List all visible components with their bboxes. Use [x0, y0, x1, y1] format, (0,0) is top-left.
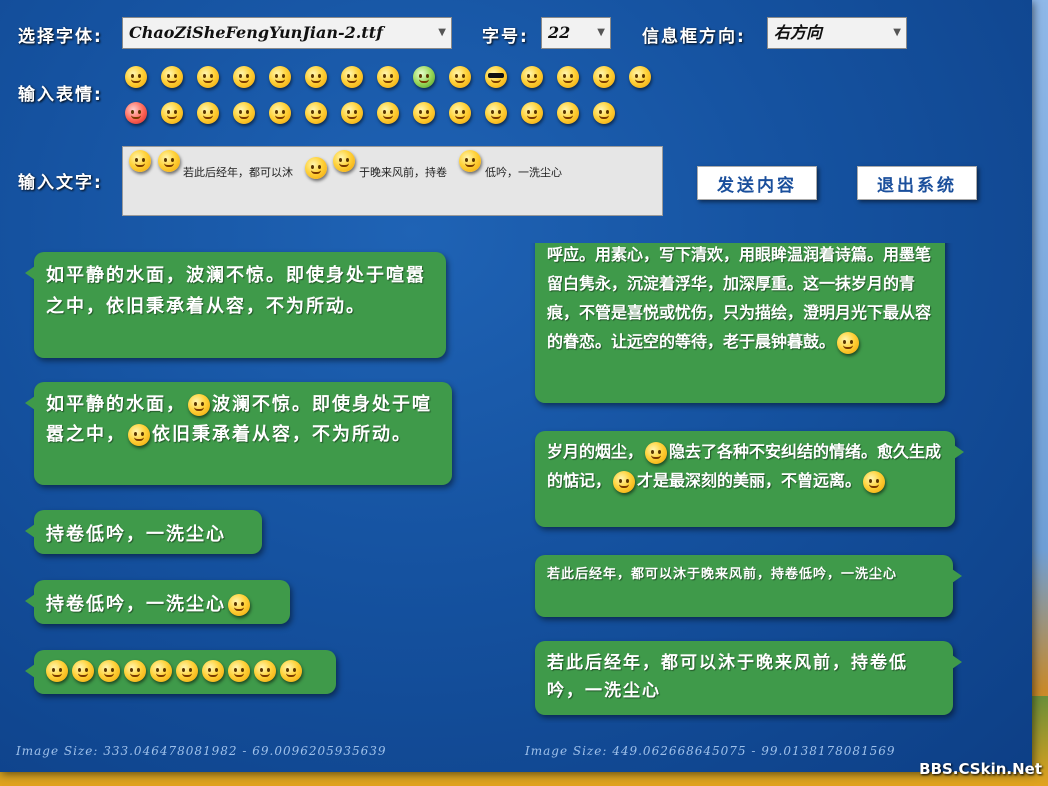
- emoji-grin-icon: [305, 157, 327, 179]
- emoji-laugh-icon: [333, 150, 355, 172]
- emoji-laugh-icon[interactable]: [593, 102, 615, 124]
- font-size-value: 22: [548, 23, 571, 42]
- bubble-text: 才是最深刻的美丽，不曾远离。: [637, 471, 862, 490]
- chat-bubble-left-emoji-row: [25, 650, 336, 694]
- emoji-dizzy-icon[interactable]: [269, 102, 291, 124]
- emoji-smile-icon: [128, 424, 150, 446]
- emoji-sick-green-icon[interactable]: [413, 66, 435, 88]
- chat-bubble-left: 如平静的水面，波澜不惊。即使身处于喧嚣之中，依旧秉承着从容，不为所动。: [25, 252, 446, 358]
- bubble-text: 岁月的烟尘，: [547, 442, 644, 461]
- chat-bubble-right: 岁月的烟尘， 隐去了各种不安纠结的情绪。愈久生成的惦记， 才是最深刻的美丽，不曾远离…: [535, 431, 964, 527]
- message-input[interactable]: 若此后经年，都可以沐 于晚来风前，持卷 低吟，一洗尘心: [122, 146, 663, 216]
- emoji-happy-tongue-icon: [46, 660, 68, 682]
- chat-bubble-right: 涟漪。听凭岁月缓步而来，在流年的风韵里，和风遥相呼应。用素心，写下清欢，用眼眸温…: [535, 243, 945, 403]
- bubble-text: 涟漪。听凭岁月缓步而来，在流年的风韵里，和风遥相呼应。用素心，写下清欢，用眼眸温…: [547, 245, 932, 351]
- emotion-label: 输入表情:: [18, 85, 103, 105]
- chevron-down-icon: ▼: [893, 27, 901, 38]
- emoji-tongue-icon[interactable]: [377, 102, 399, 124]
- emoji-angry-icon[interactable]: [125, 102, 147, 124]
- bubble-text: 持卷低吟，一洗尘心: [46, 594, 226, 615]
- direction-label: 信息框方向:: [642, 27, 746, 47]
- emoji-big-grin-icon[interactable]: [629, 66, 651, 88]
- bubble-text: 如平静的水面，波澜不惊。即使身处于喧嚣之中，依旧秉承着从容，不为所动。: [46, 265, 426, 317]
- emoji-awkward-icon[interactable]: [269, 66, 291, 88]
- emoji-smile-2-icon: [202, 660, 224, 682]
- emoji-grin-2-icon[interactable]: [341, 102, 363, 124]
- bubble-text: 若此后经年，都可以沐于晚来风前，持卷低吟，一洗尘心: [547, 567, 898, 582]
- chevron-down-icon: ▼: [597, 27, 605, 38]
- bubble-text: 依旧秉承着从容，不为所动。: [152, 424, 412, 445]
- emoji-blush-icon[interactable]: [377, 66, 399, 88]
- emoji-dizzy-icon: [837, 331, 860, 354]
- input-text-part3: 低吟，一洗尘心: [485, 166, 562, 179]
- font-select-value: ChaoZiSheFengYunJian-2.ttf: [129, 23, 383, 42]
- emoji-sob-icon[interactable]: [593, 66, 615, 88]
- emoji-cold-sweat-icon[interactable]: [557, 102, 579, 124]
- emoji-happy-tongue-icon[interactable]: [125, 66, 147, 88]
- main-window: 选择字体: ChaoZiSheFengYunJian-2.ttf ▼ 字号: 2…: [0, 0, 1032, 772]
- emoji-smile-3-icon[interactable]: [197, 102, 219, 124]
- emoji-laugh-tears-icon: [98, 660, 120, 682]
- emoji-grin-icon[interactable]: [449, 66, 471, 88]
- chat-bubble-right: 若此后经年，都可以沐于晚来风前，持卷低吟，一洗尘心: [535, 641, 962, 715]
- text-input-label: 输入文字:: [18, 173, 103, 193]
- bubble-text: 持卷低吟，一洗尘心: [46, 524, 226, 545]
- bubble-text: 若此后经年，都可以沐于晚来风前，持卷低吟，一洗尘心: [547, 653, 908, 701]
- emoji-awkward-icon: [150, 660, 172, 682]
- left-image-size-label: Image Size: 333.046478081982 - 69.009620…: [16, 744, 387, 758]
- send-button[interactable]: 发送内容: [697, 166, 817, 200]
- font-size-select[interactable]: 22 ▼: [541, 17, 611, 49]
- direction-select[interactable]: 右方向 ▼: [767, 17, 907, 49]
- font-select-label: 选择字体:: [18, 27, 103, 47]
- exit-button[interactable]: 退出系统: [857, 166, 977, 200]
- emoji-smirk-icon[interactable]: [485, 102, 507, 124]
- emoji-hand-cover-icon: [228, 660, 250, 682]
- font-select[interactable]: ChaoZiSheFengYunJian-2.ttf ▼: [122, 17, 452, 49]
- emoji-awkward-icon: [645, 441, 668, 464]
- emoji-cool-sunglasses-icon[interactable]: [485, 66, 507, 88]
- right-chat-scroll-area[interactable]: 涟漪。听凭岁月缓步而来，在流年的风韵里，和风遥相呼应。用素心，写下清欢，用眼眸温…: [520, 243, 980, 723]
- emoji-sweat-icon[interactable]: [233, 102, 255, 124]
- emoji-laugh-tears-icon[interactable]: [197, 66, 219, 88]
- emoji-smile-icon: [863, 470, 886, 493]
- emoji-wink-icon[interactable]: [557, 66, 579, 88]
- emoji-laugh-tears-icon: [459, 150, 481, 172]
- font-size-label: 字号:: [482, 27, 529, 47]
- emoji-hand-cover-icon[interactable]: [305, 102, 327, 124]
- emoji-hug-icon[interactable]: [449, 102, 471, 124]
- chat-bubble-left: 持卷低吟，一洗尘心: [25, 510, 262, 554]
- emoji-smile-icon: [188, 394, 210, 416]
- emoji-smile-icon[interactable]: [161, 66, 183, 88]
- bubble-text: 如平静的水面，: [46, 394, 186, 415]
- emoji-sweat-icon: [129, 150, 151, 172]
- emoji-smile-2-icon[interactable]: [161, 102, 183, 124]
- chevron-down-icon: ▼: [438, 27, 446, 38]
- emoji-kiss-icon[interactable]: [521, 66, 543, 88]
- chat-bubble-right: 若此后经年，都可以沐于晚来风前，持卷低吟，一洗尘心: [535, 555, 962, 617]
- emoji-surprised-icon[interactable]: [305, 66, 327, 88]
- emoji-dizzy-icon: [158, 150, 180, 172]
- watermark: BBS.CSkin.Net: [919, 760, 1042, 778]
- emoji-crying-icon[interactable]: [233, 66, 255, 88]
- emoji-surprised-icon: [176, 660, 198, 682]
- direction-value: 右方向: [774, 23, 823, 42]
- input-text-part2: 于晚来风前，持卷: [359, 166, 447, 179]
- emoji-crying-icon: [124, 660, 146, 682]
- emoji-sweat-icon: [280, 660, 302, 682]
- right-image-size-label: Image Size: 449.062668645075 - 99.013817…: [525, 744, 896, 758]
- emoji-happy-icon[interactable]: [413, 102, 435, 124]
- chat-bubble-left: 如平静的水面，波澜不惊。即使身处于喧嚣之中，依旧秉承着从容，不为所动。: [25, 382, 452, 485]
- emoji-grin-icon: [254, 660, 276, 682]
- emoji-shy-cover-icon[interactable]: [341, 66, 363, 88]
- emoji-snicker-icon[interactable]: [521, 102, 543, 124]
- emoji-smile-icon: [72, 660, 94, 682]
- emoji-hug-icon: [613, 470, 636, 493]
- input-text-part1: 若此后经年，都可以沐: [183, 166, 293, 179]
- chat-bubble-left: 持卷低吟，一洗尘心: [25, 580, 290, 624]
- emoji-hug-icon: [228, 594, 250, 616]
